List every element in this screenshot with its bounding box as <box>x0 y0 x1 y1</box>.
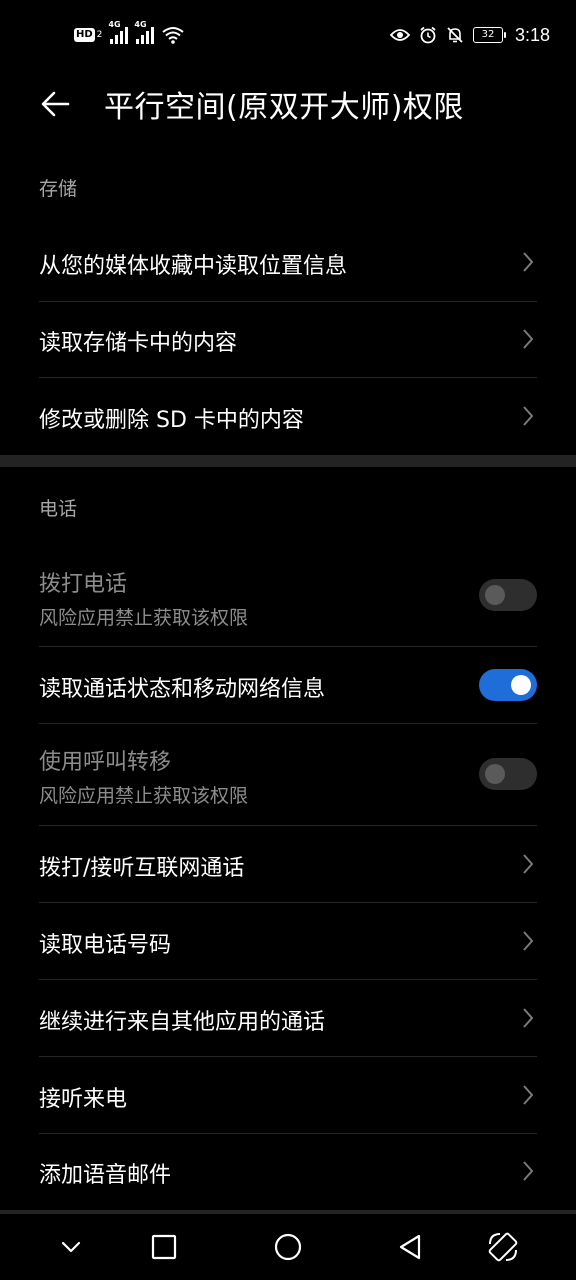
battery-level: 32 <box>472 27 503 43</box>
permission-row-disabled: 使用呼叫转移 风险应用禁止获取该权限 <box>0 724 576 825</box>
chevron-right-icon <box>523 406 534 426</box>
chevron-down-icon[interactable] <box>54 1230 88 1264</box>
permission-row[interactable]: 从您的媒体收藏中读取位置信息 <box>0 224 576 301</box>
section-separator <box>0 455 576 467</box>
chevron-right-icon <box>523 931 534 951</box>
permission-title: 拨打电话 <box>39 572 128 597</box>
home-icon[interactable] <box>271 1230 305 1264</box>
permission-title: 读取通话状态和移动网络信息 <box>39 677 326 702</box>
chevron-right-icon <box>523 1161 534 1181</box>
permission-title: 拨打/接听互联网通话 <box>39 856 245 881</box>
page-title: 平行空间(原双开大师)权限 <box>104 90 464 125</box>
permission-row[interactable]: 接听来电 <box>0 1057 576 1134</box>
permission-toggle[interactable] <box>479 758 537 790</box>
network-type-sim2: 4G <box>134 20 147 29</box>
section-label-storage: 存储 <box>39 178 78 200</box>
permission-row[interactable]: 读取电话号码 <box>0 903 576 980</box>
hd-voice-icon: HD <box>74 28 95 42</box>
permission-toggle[interactable] <box>479 669 537 701</box>
permission-row[interactable]: 拨打/接听互联网通话 <box>0 826 576 903</box>
permission-subtitle: 风险应用禁止获取该权限 <box>39 607 249 629</box>
section-label-phone: 电话 <box>39 498 78 520</box>
signal-sim1-icon: 4G <box>108 20 129 44</box>
permission-row-disabled: 拨打电话 风险应用禁止获取该权限 <box>0 548 576 646</box>
app-header: 平行空间(原双开大师)权限 <box>0 70 576 140</box>
permission-title: 读取电话号码 <box>39 933 172 958</box>
permission-title: 继续进行来自其他应用的通话 <box>39 1010 326 1035</box>
bell-off-icon <box>447 27 463 43</box>
rotate-screen-icon[interactable] <box>486 1230 520 1264</box>
permission-title: 接听来电 <box>39 1087 128 1112</box>
permission-row[interactable]: 读取存储卡中的内容 <box>0 301 576 378</box>
system-nav-bar <box>0 1214 576 1280</box>
chevron-right-icon <box>523 1085 534 1105</box>
status-right: 32 3:18 <box>389 22 550 48</box>
permission-row[interactable]: 读取通话状态和移动网络信息 <box>0 647 576 723</box>
chevron-right-icon <box>523 329 534 349</box>
chevron-right-icon <box>523 252 534 272</box>
status-bar: HD 2 4G 4G 32 3:18 <box>0 0 576 70</box>
permission-row[interactable]: 添加语音邮件 <box>0 1134 576 1210</box>
battery-icon: 32 <box>472 27 506 43</box>
permission-toggle[interactable] <box>479 579 537 611</box>
signal-sim2-icon: 4G <box>134 20 155 44</box>
chevron-right-icon <box>523 1008 534 1028</box>
eye-icon <box>389 29 410 41</box>
permission-title: 使用呼叫转移 <box>39 750 172 775</box>
wifi-icon <box>162 27 185 44</box>
permission-row[interactable]: 修改或删除 SD 卡中的内容 <box>0 378 576 454</box>
permission-title: 读取存储卡中的内容 <box>39 331 238 356</box>
hd-sim-index: 2 <box>96 30 103 40</box>
permission-title: 添加语音邮件 <box>39 1163 172 1188</box>
clock: 3:18 <box>514 24 550 45</box>
status-left: HD 2 4G 4G <box>74 20 185 48</box>
permission-row[interactable]: 继续进行来自其他应用的通话 <box>0 980 576 1056</box>
network-type-sim1: 4G <box>108 20 121 29</box>
permission-title: 修改或删除 SD 卡中的内容 <box>39 408 304 433</box>
back-triangle-icon[interactable] <box>393 1230 427 1264</box>
chevron-right-icon <box>523 854 534 874</box>
permission-title: 从您的媒体收藏中读取位置信息 <box>39 254 348 279</box>
recent-apps-icon[interactable] <box>147 1230 181 1264</box>
back-arrow-icon[interactable] <box>36 84 76 124</box>
alarm-icon <box>420 26 436 44</box>
permission-subtitle: 风险应用禁止获取该权限 <box>39 785 249 807</box>
